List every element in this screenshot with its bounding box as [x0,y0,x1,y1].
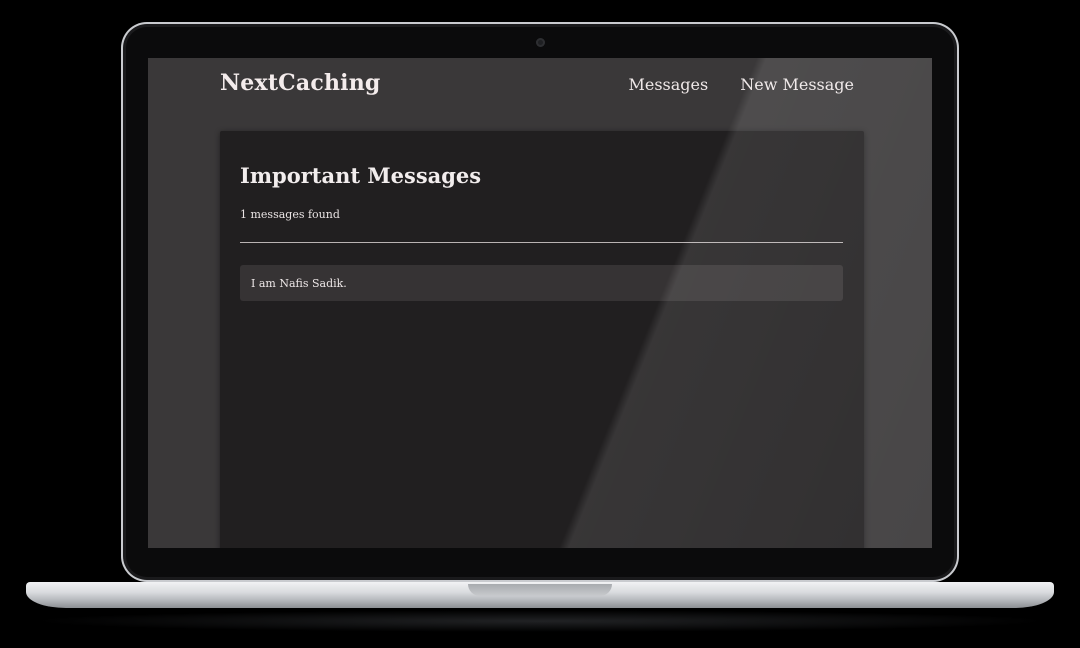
main-nav: Messages New Message [628,75,854,94]
nav-link-new-message[interactable]: New Message [740,75,854,94]
message-item[interactable]: I am Nafis Sadik. [240,265,843,301]
messages-card: Important Messages 1 messages found I am… [220,131,864,548]
nav-link-messages[interactable]: Messages [628,75,708,94]
message-count: 1 messages found [240,208,340,221]
laptop-lid-notch [468,584,612,596]
divider [240,242,843,243]
message-list: I am Nafis Sadik. [240,265,843,301]
webcam-icon [536,38,545,47]
page-title: Important Messages [240,163,482,188]
screen: NextCaching Messages New Message Importa… [148,58,932,548]
laptop-shadow [30,610,1050,632]
brand-logo-link[interactable]: NextCaching [220,70,380,96]
